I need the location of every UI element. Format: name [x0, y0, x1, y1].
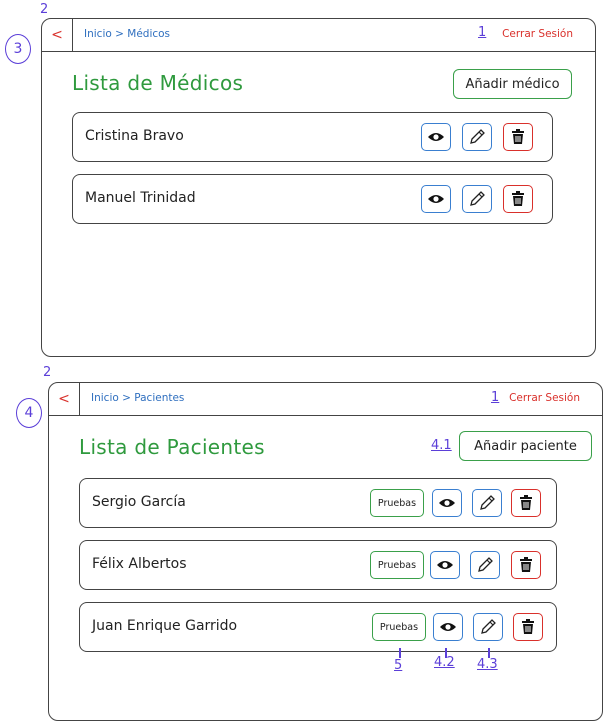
list-item: Félix Albertos Pruebas: [79, 540, 557, 590]
back-button[interactable]: <: [42, 19, 73, 51]
add-medico-button[interactable]: Añadir médico: [453, 69, 572, 99]
pacientes-window: < Inicio > Pacientes Cerrar Sesión Lista…: [48, 382, 603, 721]
trash-icon: [512, 191, 524, 206]
annotation-4-label: 4: [24, 405, 34, 421]
eye-icon: [428, 195, 444, 203]
page-title: Lista de Pacientes: [79, 435, 265, 459]
annotation-3-circle: 3: [5, 34, 31, 64]
list-item: Juan Enrique Garrido Pruebas: [79, 602, 557, 652]
chevron-left-icon: <: [58, 391, 70, 407]
breadcrumb[interactable]: Inicio > Médicos: [84, 28, 170, 40]
pencil-icon: [478, 557, 493, 572]
eye-icon: [428, 133, 444, 141]
pruebas-button[interactable]: Pruebas: [370, 551, 424, 579]
add-paciente-button[interactable]: Añadir paciente: [459, 431, 592, 461]
annotation-4-3: 4.3: [477, 657, 498, 672]
pencil-icon: [470, 191, 485, 206]
delete-button[interactable]: [511, 489, 541, 517]
view-button[interactable]: [432, 489, 462, 517]
annotation-1-bottom: 1: [491, 390, 500, 405]
medico-name: Cristina Bravo: [85, 128, 184, 144]
annotation-3-label: 3: [13, 41, 23, 57]
edit-button[interactable]: [470, 551, 500, 579]
edit-button[interactable]: [462, 185, 492, 213]
page-title: Lista de Médicos: [72, 71, 244, 95]
delete-button[interactable]: [513, 613, 543, 641]
view-button[interactable]: [421, 123, 451, 151]
paciente-name: Sergio García: [92, 494, 186, 510]
medicos-window: < Inicio > Médicos Cerrar Sesión Lista d…: [41, 18, 596, 357]
list-item: Cristina Bravo: [72, 112, 553, 162]
pacientes-topbar: < Inicio > Pacientes Cerrar Sesión: [49, 383, 602, 416]
annotation-4-1: 4.1: [431, 438, 452, 453]
eye-icon: [437, 561, 453, 569]
annotation-1-top: 1: [478, 25, 487, 40]
trash-icon: [520, 557, 532, 572]
chevron-left-icon: <: [51, 27, 63, 43]
medicos-topbar: < Inicio > Médicos Cerrar Sesión: [42, 19, 595, 52]
breadcrumb[interactable]: Inicio > Pacientes: [91, 392, 184, 404]
pencil-icon: [481, 619, 496, 634]
pruebas-button[interactable]: Pruebas: [372, 613, 426, 641]
delete-button[interactable]: [511, 551, 541, 579]
edit-button[interactable]: [472, 489, 502, 517]
edit-button[interactable]: [473, 613, 503, 641]
edit-button[interactable]: [462, 123, 492, 151]
medico-name: Manuel Trinidad: [85, 190, 196, 206]
annotation-4-circle: 4: [16, 398, 42, 428]
annotation-2-top: 2: [40, 2, 49, 17]
eye-icon: [440, 623, 456, 631]
paciente-name: Juan Enrique Garrido: [92, 618, 238, 634]
view-button[interactable]: [421, 185, 451, 213]
list-item: Sergio García Pruebas: [79, 478, 557, 528]
pencil-icon: [480, 495, 495, 510]
paciente-name: Félix Albertos: [92, 556, 187, 572]
logout-link[interactable]: Cerrar Sesión: [509, 392, 580, 404]
delete-button[interactable]: [503, 123, 533, 151]
trash-icon: [512, 129, 524, 144]
annotation-2-bottom: 2: [43, 365, 52, 380]
logout-link[interactable]: Cerrar Sesión: [502, 28, 573, 40]
annotation-5: 5: [394, 658, 403, 673]
pencil-icon: [470, 129, 485, 144]
pruebas-button[interactable]: Pruebas: [370, 489, 424, 517]
view-button[interactable]: [430, 551, 460, 579]
trash-icon: [520, 495, 532, 510]
annotation-tick-5: [399, 648, 401, 658]
trash-icon: [522, 619, 534, 634]
eye-icon: [439, 499, 455, 507]
list-item: Manuel Trinidad: [72, 174, 553, 224]
annotation-4-2: 4.2: [434, 655, 455, 670]
view-button[interactable]: [433, 613, 463, 641]
delete-button[interactable]: [503, 185, 533, 213]
back-button[interactable]: <: [49, 383, 80, 415]
